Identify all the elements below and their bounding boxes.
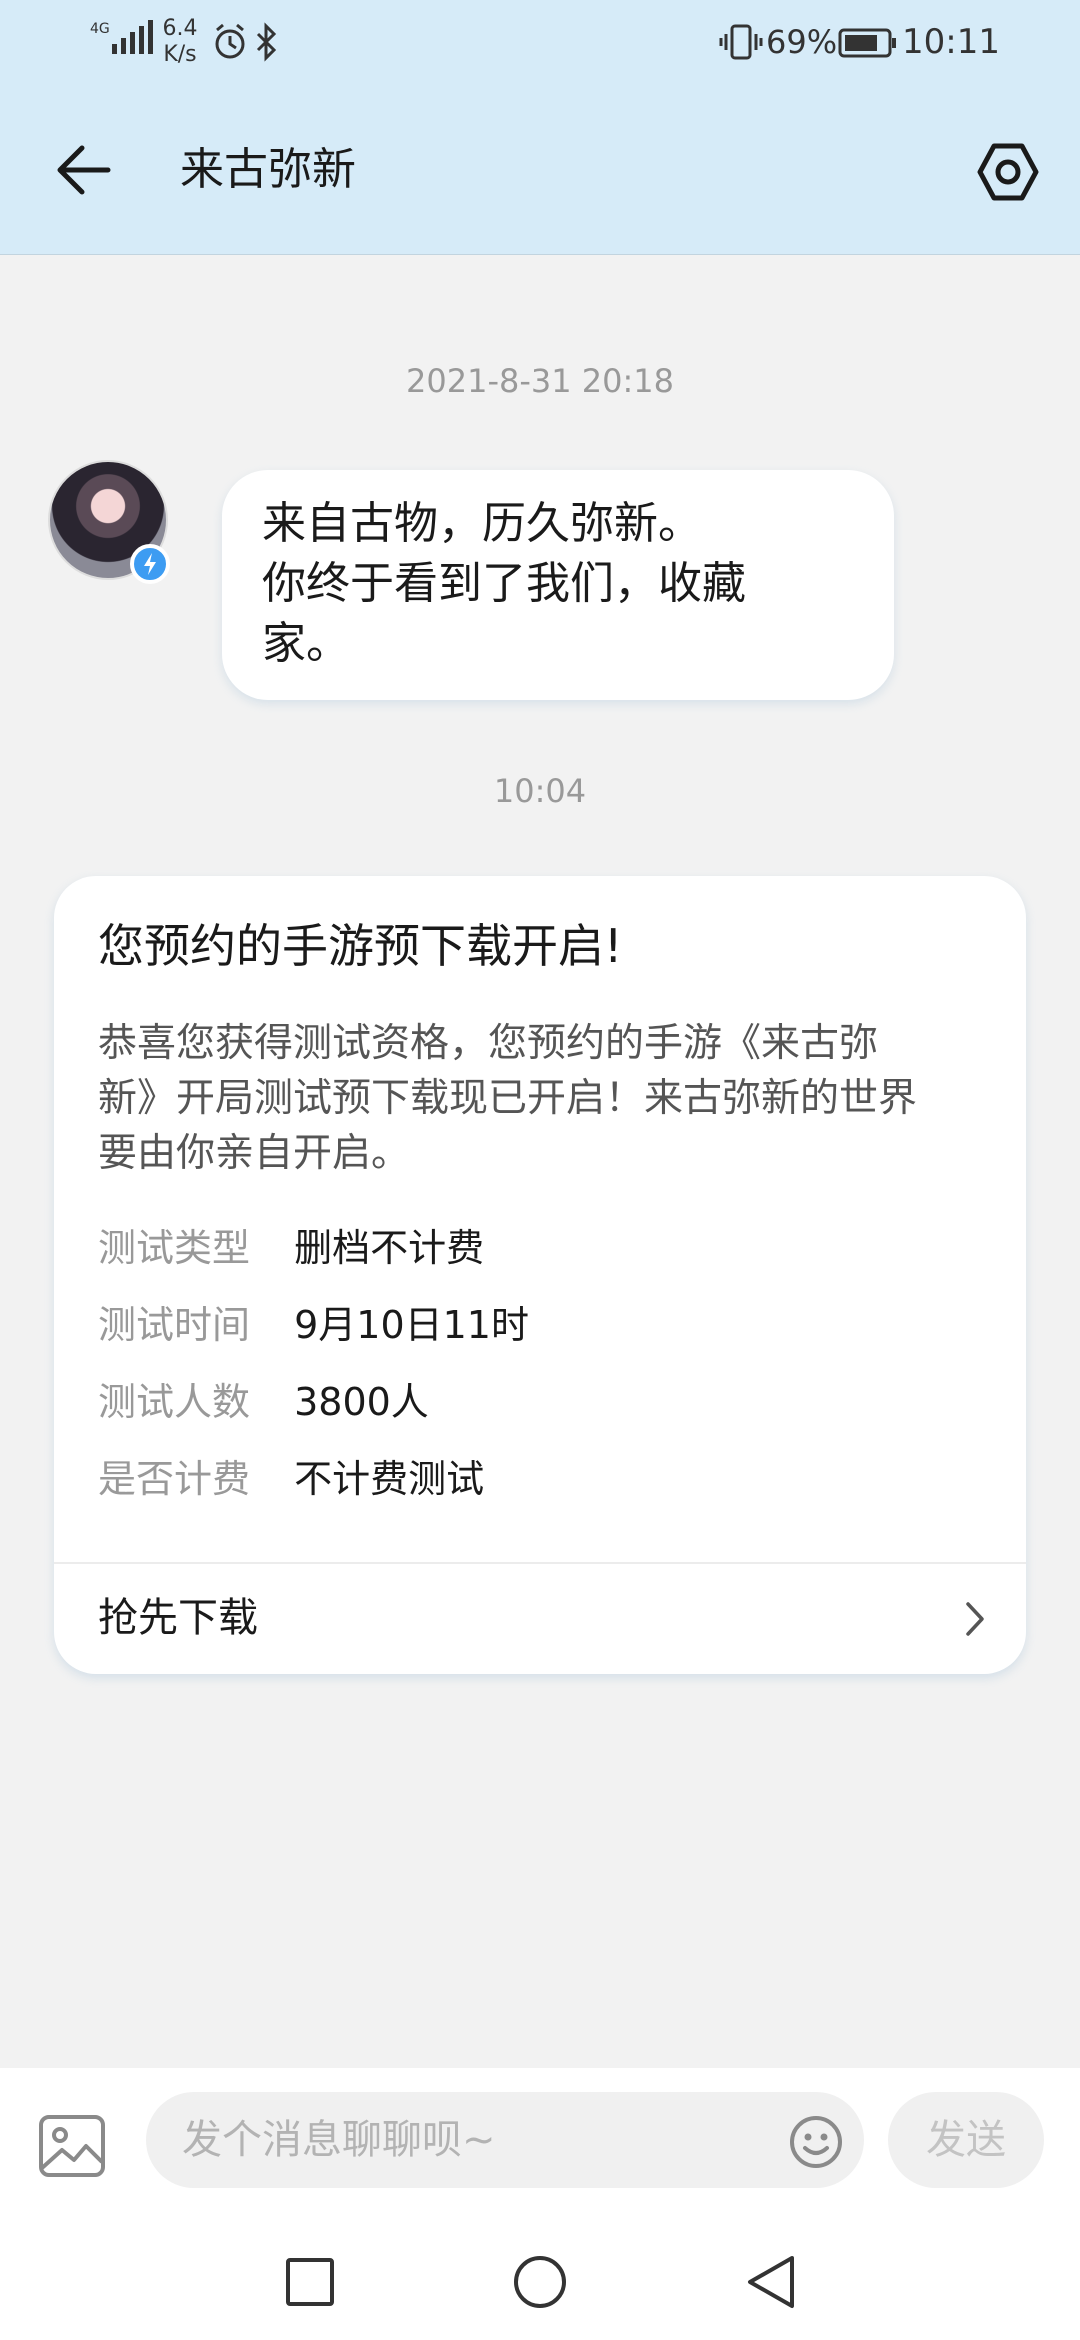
speed-value: 6.4 bbox=[162, 16, 198, 41]
app-header: 4G 6.4 K/s 69% 10:11 来古弥新 bbox=[0, 0, 1080, 255]
info-row-test-count: 测试人数 3800人 bbox=[98, 1374, 429, 1430]
info-label: 测试时间 bbox=[98, 1303, 251, 1347]
card-body-line: 要由你亲自开启。 bbox=[98, 1131, 411, 1176]
lightning-icon bbox=[144, 553, 156, 575]
network-speed: 6.4 K/s bbox=[160, 16, 200, 68]
info-label: 测试人数 bbox=[98, 1380, 251, 1424]
smiley-icon[interactable] bbox=[788, 2114, 844, 2170]
home-icon[interactable] bbox=[512, 2254, 568, 2310]
back-arrow-icon[interactable] bbox=[52, 140, 116, 200]
page-title: 来古弥新 bbox=[180, 144, 356, 195]
card-body-line: 恭喜您获得测试资格，您预约的手游《来古弥 bbox=[98, 1021, 879, 1066]
verified-badge bbox=[130, 544, 170, 584]
notification-card: 您预约的手游预下载开启! 恭喜您获得测试资格，您预约的手游《来古弥 新》开局测试… bbox=[54, 876, 1026, 1674]
info-row-test-time: 测试时间 9月10日11时 bbox=[98, 1297, 529, 1353]
recent-apps-icon[interactable] bbox=[284, 2256, 336, 2308]
vibrate-icon bbox=[719, 24, 763, 60]
info-value: 删档不计费 bbox=[294, 1226, 485, 1270]
info-value: 3800人 bbox=[294, 1380, 429, 1424]
card-body: 恭喜您获得测试资格，您预约的手游《来古弥 新》开局测试预下载现已开启！来古弥新的… bbox=[98, 1016, 988, 1181]
info-label: 测试类型 bbox=[98, 1226, 251, 1270]
info-row-billing: 是否计费 不计费测试 bbox=[98, 1451, 484, 1507]
card-title: 您预约的手游预下载开启! bbox=[98, 919, 623, 973]
download-action-label: 抢先下载 bbox=[98, 1595, 258, 1641]
signal-bars-icon bbox=[112, 20, 153, 54]
battery-icon bbox=[838, 28, 896, 58]
status-time: 10:11 bbox=[902, 22, 1000, 62]
info-value: 9月10日11时 bbox=[294, 1303, 529, 1347]
status-bar: 4G 6.4 K/s 69% 10:11 bbox=[0, 0, 1080, 84]
system-nav-bar bbox=[0, 2220, 1080, 2340]
message-text-line: 来自古物，历久弥新。 bbox=[262, 498, 702, 549]
message-text-line: 你终于看到了我们，收藏 bbox=[262, 558, 746, 609]
alarm-icon bbox=[215, 23, 245, 59]
send-button[interactable]: 发送 bbox=[888, 2092, 1044, 2188]
bluetooth-icon bbox=[256, 22, 277, 62]
chevron-right-icon bbox=[966, 1602, 984, 1636]
message-text-line: 家。 bbox=[262, 618, 350, 669]
message-input[interactable] bbox=[146, 2092, 864, 2188]
message-bubble: 来自古物，历久弥新。 你终于看到了我们，收藏 家。 bbox=[222, 470, 894, 700]
download-action-row[interactable]: 抢先下载 bbox=[54, 1564, 1026, 1674]
battery-percent: 69% bbox=[766, 23, 838, 61]
message-timestamp: 10:04 bbox=[493, 772, 587, 810]
info-row-test-type: 测试类型 删档不计费 bbox=[98, 1220, 484, 1276]
settings-icon[interactable] bbox=[976, 140, 1040, 204]
card-body-line: 新》开局测试预下载现已开启！来古弥新的世界 bbox=[98, 1076, 918, 1121]
info-label: 是否计费 bbox=[98, 1457, 251, 1501]
info-value: 不计费测试 bbox=[294, 1457, 485, 1501]
speed-unit: K/s bbox=[163, 42, 197, 67]
message-input-bar: 发送 bbox=[0, 2068, 1080, 2220]
nav-back-icon[interactable] bbox=[744, 2252, 798, 2312]
message-timestamp: 2021-8-31 20:18 bbox=[406, 362, 674, 400]
image-icon[interactable] bbox=[38, 2114, 106, 2178]
